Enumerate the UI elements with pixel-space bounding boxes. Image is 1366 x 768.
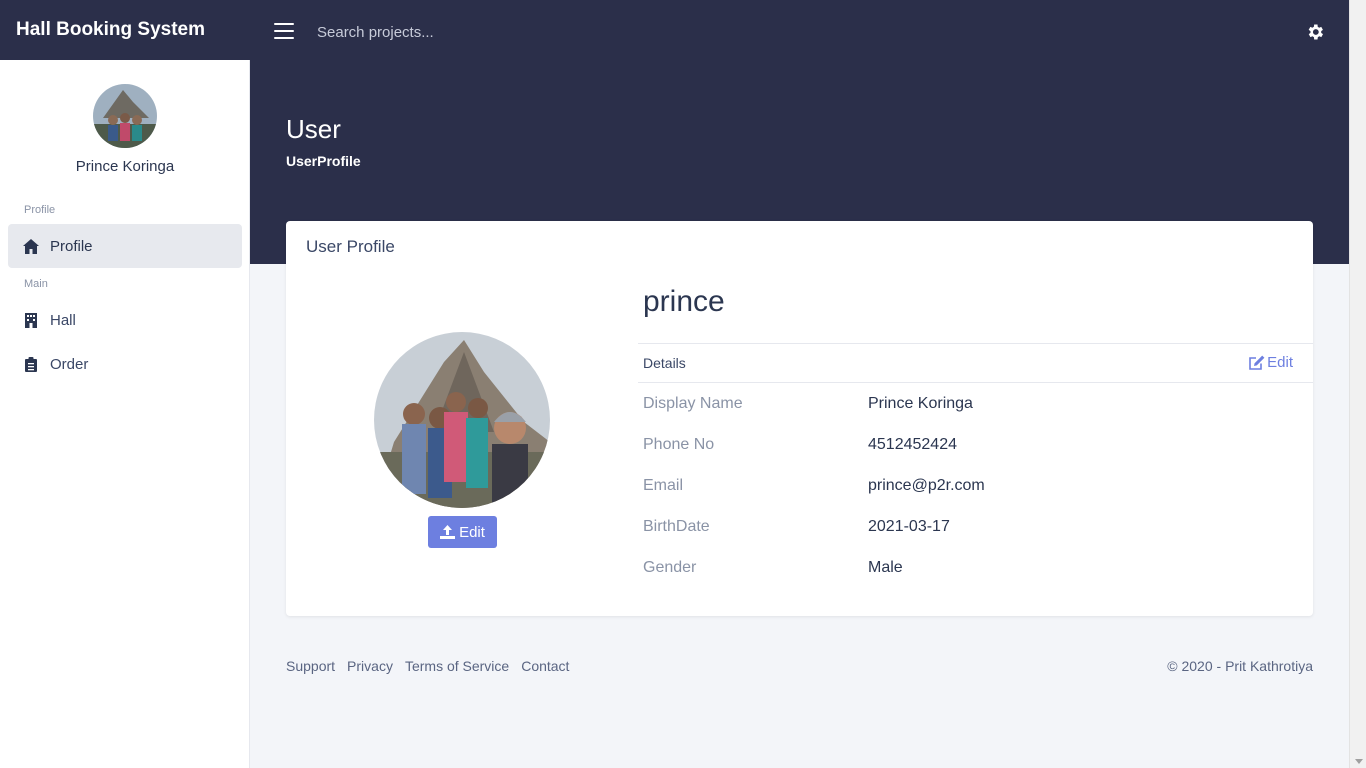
footer-links: Support Privacy Terms of Service Contact: [286, 658, 581, 674]
profile-photo: [374, 332, 550, 508]
sidebar-heading-main: Main: [24, 278, 48, 290]
copyright-text: © 2020 - Prit Kathrotiya: [1167, 658, 1313, 674]
sidebar-item-hall[interactable]: Hall: [8, 298, 242, 342]
scroll-down-icon[interactable]: [1355, 759, 1363, 764]
edit-icon: [1249, 355, 1265, 370]
field-value-email: prince@p2r.com: [868, 477, 985, 494]
field-value-birthdate: 2021-03-17: [868, 518, 950, 535]
card-title: User Profile: [306, 237, 395, 256]
sidebar-avatar[interactable]: [93, 84, 157, 148]
details-header: Details Edit: [638, 343, 1313, 383]
sidebar-item-order[interactable]: Order: [8, 342, 242, 386]
edit-details-link[interactable]: Edit: [1249, 354, 1293, 371]
profile-card: User Profile Edit prince Details Edit Di…: [286, 221, 1313, 616]
edit-photo-button[interactable]: Edit: [428, 516, 497, 548]
footer-link-terms[interactable]: Terms of Service: [405, 658, 509, 674]
field-value-phone: 4512452424: [868, 436, 957, 453]
field-label-email: Email: [643, 477, 684, 494]
field-value-display-name: Prince Koringa: [868, 395, 973, 412]
sidebar-item-label: Hall: [50, 311, 76, 329]
edit-details-label: Edit: [1267, 354, 1293, 371]
field-label-display-name: Display Name: [643, 395, 743, 412]
sidebar-item-profile[interactable]: Profile: [8, 224, 242, 268]
clipboard-icon: [22, 355, 40, 373]
brand-title[interactable]: Hall Booking System: [0, 0, 250, 60]
field-label-phone: Phone No: [643, 436, 715, 453]
edit-photo-label: Edit: [459, 523, 485, 541]
field-label-birthdate: BirthDate: [643, 518, 710, 535]
sidebar: Prince Koringa Profile Profile Main Hall…: [0, 60, 250, 768]
sidebar-heading-profile: Profile: [24, 204, 56, 216]
menu-toggle-icon[interactable]: [274, 23, 294, 39]
footer-link-contact[interactable]: Contact: [521, 658, 569, 674]
breadcrumb: UserProfile: [286, 153, 361, 169]
sidebar-item-label: Order: [50, 355, 89, 373]
building-icon: [22, 311, 40, 329]
search-input[interactable]: [317, 18, 617, 46]
field-label-gender: Gender: [643, 559, 697, 576]
footer-link-privacy[interactable]: Privacy: [347, 658, 393, 674]
details-label: Details: [643, 355, 686, 371]
home-icon: [22, 237, 40, 255]
gear-icon[interactable]: [1305, 22, 1327, 44]
upload-icon: [440, 525, 456, 539]
vertical-scrollbar[interactable]: [1349, 0, 1366, 768]
sidebar-user-name: Prince Koringa: [75, 158, 175, 175]
page-title: User: [286, 114, 341, 144]
username-heading: prince: [643, 285, 725, 318]
footer-link-support[interactable]: Support: [286, 658, 335, 674]
sidebar-item-label: Profile: [50, 237, 93, 255]
field-value-gender: Male: [868, 559, 903, 576]
